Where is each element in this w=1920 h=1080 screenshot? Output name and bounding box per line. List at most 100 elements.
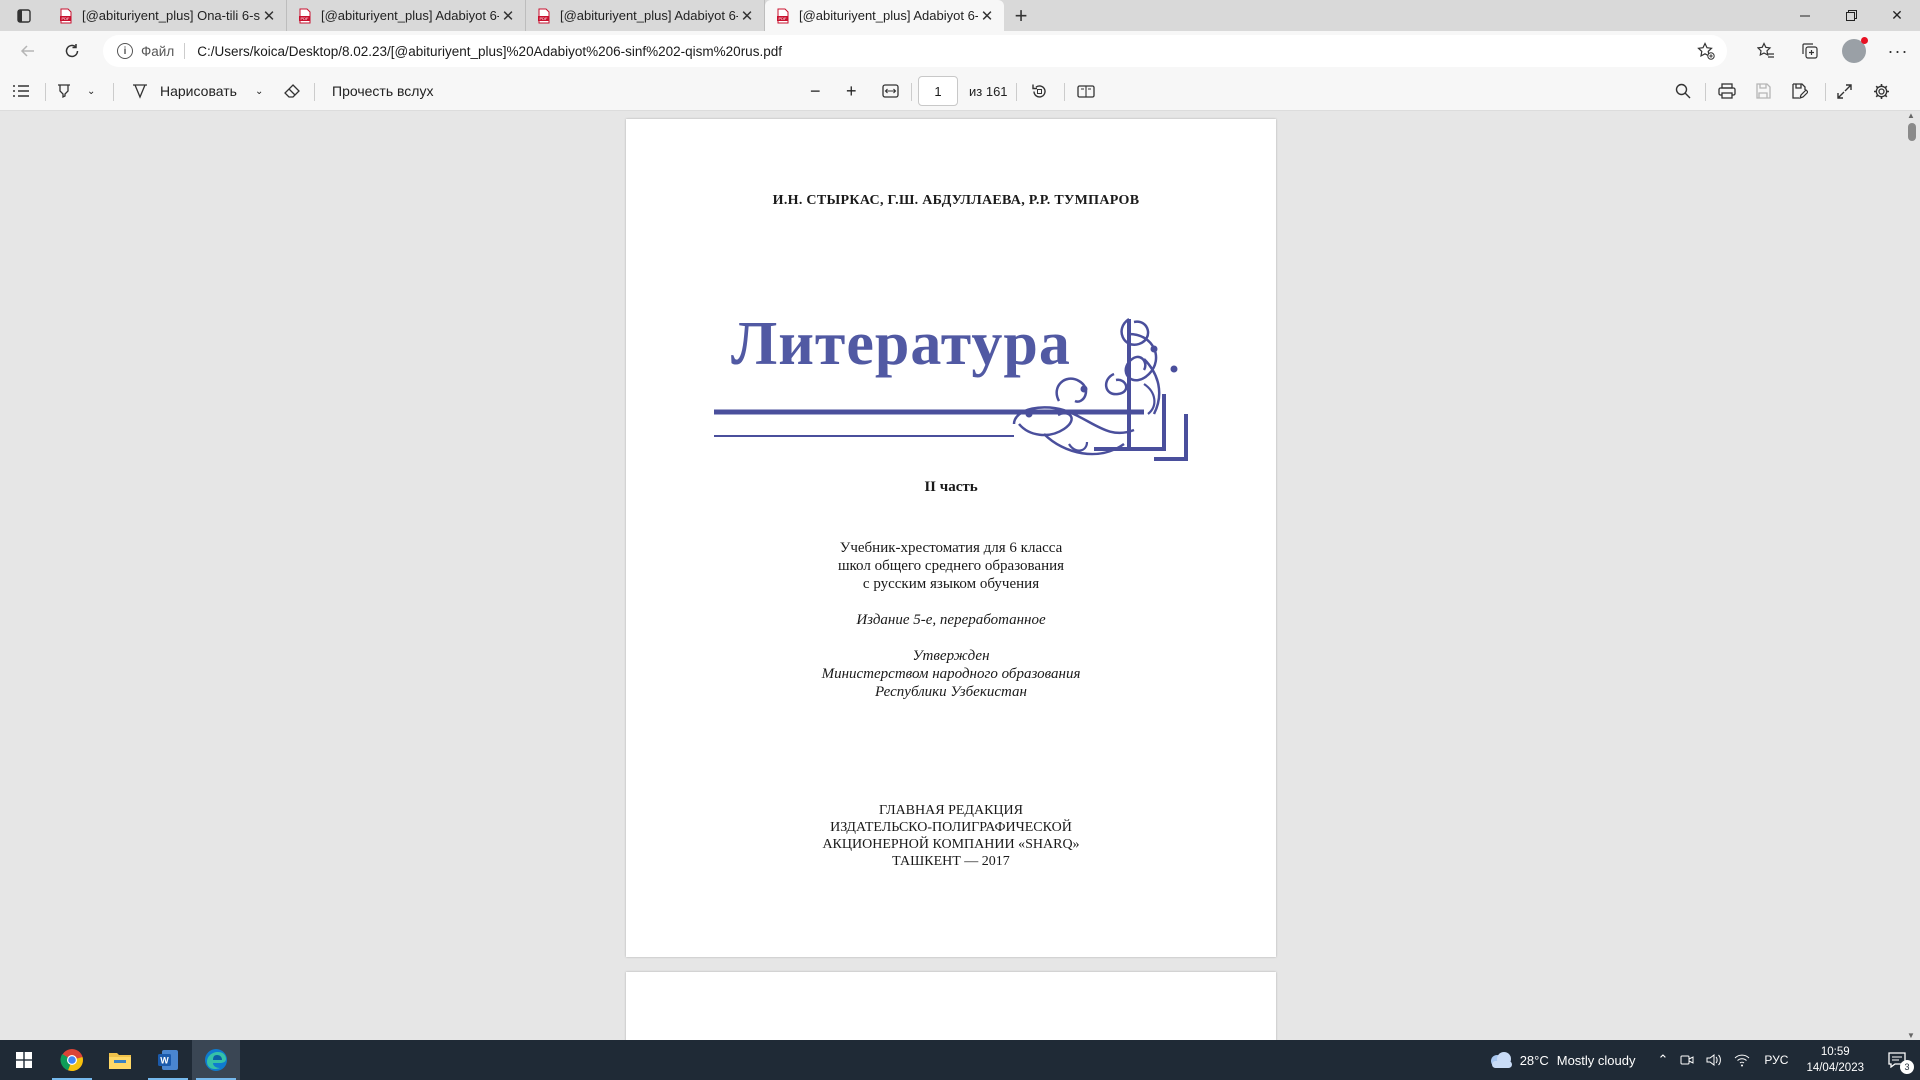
profile-avatar[interactable] (1842, 37, 1868, 63)
more-menu-button[interactable]: ··· (1876, 31, 1920, 71)
collections-button[interactable] (1788, 31, 1832, 71)
weather-widget[interactable]: 28°C Mostly cloudy (1488, 1051, 1636, 1069)
zoom-in-button[interactable]: + (846, 71, 857, 111)
scroll-thumb[interactable] (1908, 123, 1916, 141)
book-edition: Издание 5-е, переработанное (856, 612, 1046, 628)
close-window-button[interactable]: ✕ (1874, 0, 1920, 31)
taskbar-chrome[interactable] (48, 1040, 96, 1080)
refresh-button[interactable] (52, 31, 92, 71)
search-button[interactable] (1675, 71, 1691, 111)
page-number-input[interactable]: 1 (918, 76, 958, 106)
book-description: Учебник-хрестоматия для 6 класса школ об… (626, 539, 1276, 593)
language-indicator[interactable]: РУС (1764, 1053, 1788, 1067)
desc-line: школ общего среднего образования (837, 558, 1065, 574)
taskbar-file-explorer[interactable] (96, 1040, 144, 1080)
pdf-icon: PDF (60, 8, 72, 23)
minus-icon: − (810, 80, 821, 101)
save-as-button[interactable] (1791, 71, 1808, 111)
fit-page-button[interactable] (882, 71, 899, 111)
zoom-out-button[interactable]: − (810, 71, 821, 111)
clock-date: 14/04/2023 (1806, 1062, 1864, 1074)
publisher-block: ГЛАВНАЯ РЕДАКЦИЯ ИЗДАТЕЛЬСКО-ПОЛИГРАФИЧЕ… (626, 802, 1276, 870)
erase-button[interactable] (284, 71, 301, 111)
back-button[interactable] (8, 31, 48, 71)
close-tab-icon[interactable]: ✕ (499, 7, 517, 25)
notification-center-button[interactable]: 3 (1874, 1040, 1920, 1080)
fullscreen-button[interactable] (1837, 71, 1852, 111)
add-favorite-icon[interactable] (1697, 42, 1715, 63)
url-separator (184, 43, 186, 59)
show-hidden-icons-icon[interactable]: ⌃ (1658, 1052, 1669, 1068)
expand-icon (1837, 83, 1852, 99)
window-controls: ✕ (1782, 0, 1920, 31)
highlight-button[interactable] (56, 71, 72, 111)
address-bar-row: i Файл C:/Users/koica/Desktop/8.02.23/[@… (0, 31, 1920, 71)
favorites-button[interactable] (1744, 31, 1788, 71)
pdf-icon: PDF (299, 8, 311, 23)
scheme-label: Файл (141, 43, 175, 59)
tab-2[interactable]: PDF [@abituriyent_plus] Adabiyot 6-sinf … (526, 0, 765, 31)
desc-line: Учебник-хрестоматия для 6 класса (839, 540, 1063, 556)
volume-icon[interactable] (1706, 1053, 1722, 1067)
publisher-line: ИЗДАТЕЛЬСКО-ПОЛИГРАФИЧЕСКОЙ (830, 820, 1072, 835)
info-icon[interactable]: i (117, 43, 133, 59)
close-tab-icon[interactable]: ✕ (978, 7, 996, 25)
pdf-viewer[interactable]: И.Н. СТЫРКАС, Г.Ш. АБДУЛЛАЕВА, Р.Р. ТУМП… (0, 111, 1920, 1040)
read-aloud-button[interactable]: Прочесть вслух (332, 71, 433, 111)
page-view-button[interactable] (1077, 71, 1095, 111)
svg-text:PDF: PDF (540, 16, 549, 21)
save-button[interactable] (1755, 71, 1771, 111)
settings-button[interactable] (1873, 71, 1890, 111)
rotate-button[interactable] (1031, 71, 1048, 111)
taskbar-edge[interactable] (192, 1040, 240, 1080)
folder-icon (109, 1053, 131, 1069)
taskbar-word[interactable]: W (144, 1040, 192, 1080)
draw-button[interactable]: Нарисовать (132, 71, 237, 111)
pen-icon (133, 84, 147, 99)
minimize-icon (1800, 15, 1810, 16)
book-part: II часть (924, 479, 978, 495)
windows-taskbar: W 28°C Mostly cloudy ⌃ РУС 10:59 14/04/2… (0, 1040, 1920, 1080)
tab-actions-button[interactable] (0, 0, 48, 31)
draw-dropdown[interactable]: ⌄ (255, 71, 263, 111)
toolbar-divider (113, 83, 114, 101)
scroll-up-icon[interactable]: ▲ (1907, 111, 1915, 120)
vertical-scrollbar[interactable]: ▲ ▼ (1903, 111, 1920, 1040)
svg-text:PDF: PDF (301, 16, 310, 21)
tab-0[interactable]: PDF [@abituriyent_plus] Ona-tili 6-sinf … (48, 0, 287, 31)
highlight-dropdown[interactable]: ⌄ (87, 71, 95, 111)
scroll-down-icon[interactable]: ▼ (1907, 1031, 1915, 1040)
start-button[interactable] (0, 1040, 48, 1080)
windows-logo-icon (16, 1052, 32, 1068)
tab-1[interactable]: PDF [@abituriyent_plus] Adabiyot 6-sinf … (287, 0, 526, 31)
contents-button[interactable] (12, 71, 30, 111)
toolbar-divider (1016, 83, 1017, 101)
meet-now-icon[interactable] (1680, 1053, 1694, 1067)
save-icon (1756, 83, 1771, 99)
save-as-icon (1792, 82, 1808, 99)
url-text: C:/Users/koica/Desktop/8.02.23/[@abituri… (197, 43, 782, 59)
close-tab-icon[interactable]: ✕ (260, 7, 278, 25)
publisher-line: ГЛАВНАЯ РЕДАКЦИЯ (879, 803, 1023, 818)
approval-line: Министерством народного образования (821, 666, 1081, 682)
close-icon: ✕ (1891, 7, 1903, 23)
restore-button[interactable] (1828, 0, 1874, 31)
back-arrow-icon (20, 45, 34, 57)
clock[interactable]: 10:59 14/04/2023 (1796, 1044, 1874, 1076)
tab-3-active[interactable]: PDF [@abituriyent_plus] Adabiyot 6-sinf … (765, 0, 1004, 31)
close-tab-icon[interactable]: ✕ (738, 7, 756, 25)
url-field[interactable]: i Файл C:/Users/koica/Desktop/8.02.23/[@… (103, 35, 1727, 67)
tab-title: [@abituriyent_plus] Adabiyot 6-sinf (799, 8, 978, 23)
clock-time: 10:59 (1820, 1046, 1850, 1058)
edge-icon (205, 1049, 227, 1071)
new-tab-button[interactable]: + (1004, 0, 1038, 31)
plus-icon: + (846, 80, 857, 101)
page-total-text: из 161 (969, 83, 1008, 99)
tab-title: [@abituriyent_plus] Adabiyot 6-sinf (321, 8, 499, 23)
minimize-button[interactable] (1782, 0, 1828, 31)
network-icon[interactable] (1734, 1053, 1750, 1067)
word-icon: W (158, 1050, 178, 1070)
desc-line: с русским языком обучения (862, 576, 1040, 592)
collections-icon (1802, 43, 1818, 59)
print-button[interactable] (1718, 71, 1736, 111)
